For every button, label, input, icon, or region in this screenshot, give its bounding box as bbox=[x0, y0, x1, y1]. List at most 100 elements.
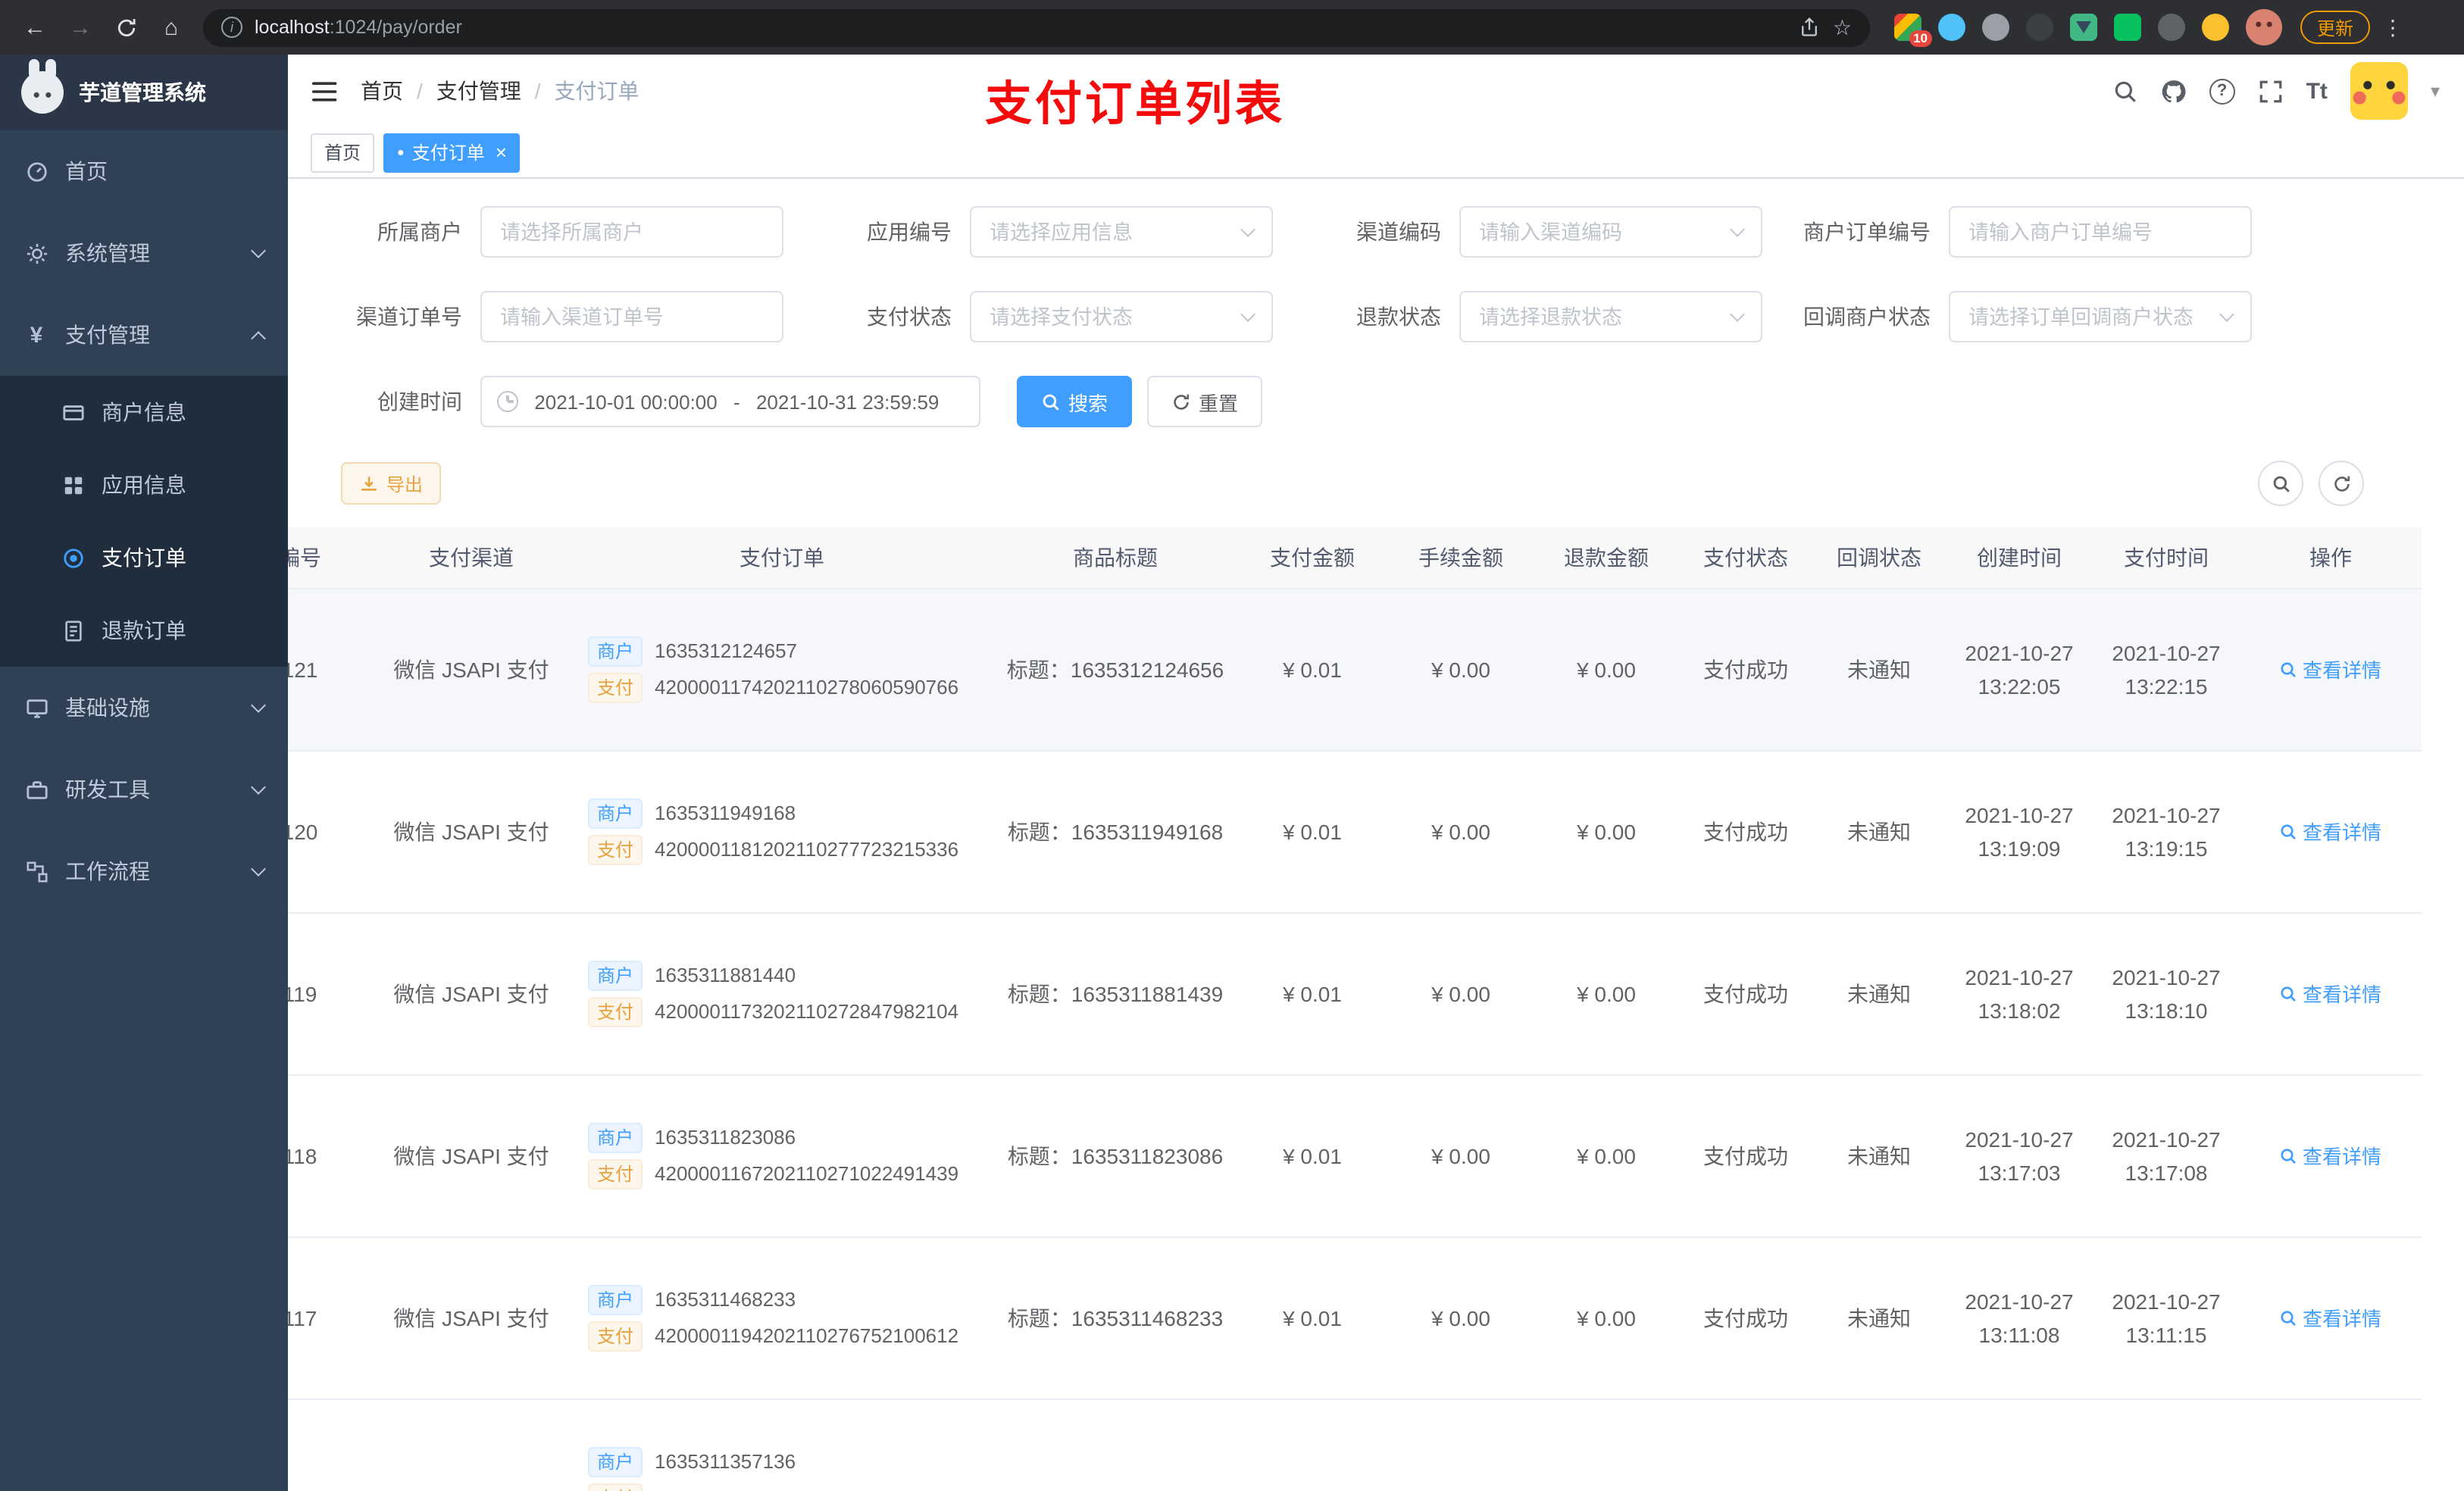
table-row-partial: 商户1635311357136 支付 bbox=[288, 1399, 2422, 1491]
fullscreen-icon[interactable] bbox=[2258, 78, 2284, 104]
sidebar-item-app-info[interactable]: 应用信息 bbox=[0, 449, 288, 521]
refund-status-select[interactable] bbox=[1459, 291, 1762, 342]
view-detail-link[interactable]: 查看详情 bbox=[2280, 1141, 2381, 1170]
url-bar[interactable]: i localhost:1024/pay/order ☆ bbox=[203, 8, 1870, 46]
merchant-tag: 商户 bbox=[588, 960, 643, 990]
browser-window: ← → ⌂ i localhost:1024/pay/order ☆ 10 更新… bbox=[0, 0, 2464, 1491]
app-logo[interactable]: 芋道管理系统 bbox=[0, 55, 288, 130]
active-dot-icon: ● bbox=[397, 145, 405, 158]
col-amount: 支付金额 bbox=[1237, 527, 1388, 589]
create-time-end-input[interactable] bbox=[747, 390, 948, 413]
tab-home[interactable]: 首页 bbox=[311, 133, 375, 172]
sidebar-item-payment[interactable]: ¥ 支付管理 bbox=[0, 294, 288, 376]
breadcrumb-current: 支付订单 bbox=[554, 79, 639, 103]
col-pay-time: 支付时间 bbox=[2093, 527, 2240, 589]
browser-home-icon[interactable]: ⌂ bbox=[152, 8, 191, 47]
col-actions: 操作 bbox=[2240, 527, 2422, 589]
toggle-search-button[interactable] bbox=[2258, 461, 2303, 506]
user-avatar[interactable] bbox=[2350, 62, 2408, 120]
extension-green-icon[interactable] bbox=[2114, 14, 2141, 41]
hamburger-icon[interactable] bbox=[312, 80, 339, 102]
browser-menu-icon[interactable]: ⋮ bbox=[2382, 14, 2403, 40]
github-icon[interactable] bbox=[2161, 78, 2187, 104]
cell-id bbox=[288, 1399, 373, 1491]
view-detail-link[interactable]: 查看详情 bbox=[2280, 979, 2381, 1008]
cell-channel: 微信 JSAPI 支付 bbox=[373, 588, 570, 751]
toolbox-icon bbox=[24, 778, 48, 801]
cell-pay-order: 商户 1635311949168 支付 4200001181202110277723… bbox=[570, 750, 994, 913]
breadcrumb-payment[interactable]: 支付管理 bbox=[436, 76, 521, 106]
merchant-tag: 商户 bbox=[588, 798, 643, 828]
sidebar-item-merchant-info[interactable]: 商户信息 bbox=[0, 376, 288, 449]
cell-actions: 查看详情 bbox=[2240, 1074, 2422, 1237]
sidebar-item-pay-order[interactable]: 支付订单 bbox=[0, 521, 288, 594]
browser-forward-icon[interactable]: → bbox=[61, 8, 100, 47]
cell-id: 118 bbox=[288, 1074, 373, 1237]
search-button[interactable]: 搜索 bbox=[1017, 376, 1133, 427]
merchant-order-no-input[interactable] bbox=[1949, 206, 2252, 258]
reset-button[interactable]: 重置 bbox=[1147, 376, 1263, 427]
breadcrumb: 首页 / 支付管理 / 支付订单 bbox=[361, 76, 639, 106]
table-row: 117 微信 JSAPI 支付 商户1635311468233 支付420000… bbox=[288, 1236, 2422, 1399]
sidebar-item-home[interactable]: 首页 bbox=[0, 130, 288, 212]
extension-dark-icon[interactable] bbox=[2026, 14, 2053, 41]
tab-close-icon[interactable]: × bbox=[496, 142, 507, 162]
extension-gray-icon[interactable] bbox=[1982, 14, 2009, 41]
workflow-icon bbox=[24, 860, 48, 883]
sidebar-item-refund-order[interactable]: 退款订单 bbox=[0, 594, 288, 667]
view-detail-link[interactable]: 查看详情 bbox=[2280, 817, 2381, 846]
sidebar-item-system[interactable]: 系统管理 bbox=[0, 212, 288, 294]
channel-code-select[interactable] bbox=[1459, 206, 1762, 258]
site-info-icon[interactable]: i bbox=[221, 17, 242, 38]
search-icon[interactable] bbox=[2112, 78, 2138, 104]
extension-grid-icon[interactable]: 10 bbox=[1894, 14, 1932, 47]
avatar-caret-icon[interactable]: ▾ bbox=[2431, 80, 2440, 102]
help-icon[interactable]: ? bbox=[2209, 78, 2235, 104]
merchant-input[interactable] bbox=[480, 206, 783, 258]
app-no-select[interactable] bbox=[970, 206, 1273, 258]
cell-refund: ¥ 0.00 bbox=[1534, 1074, 1679, 1237]
callback-status-select[interactable] bbox=[1949, 291, 2252, 342]
cell-status: 支付成功 bbox=[1679, 1236, 1812, 1399]
cell-status: 支付成功 bbox=[1679, 588, 1812, 751]
export-button[interactable]: 导出 bbox=[341, 462, 442, 505]
extension-face-icon[interactable] bbox=[2202, 14, 2229, 41]
view-detail-link[interactable]: 查看详情 bbox=[2280, 1303, 2381, 1332]
cell-notify: 未通知 bbox=[1812, 1236, 1946, 1399]
browser-back-icon[interactable]: ← bbox=[15, 8, 55, 47]
channel-order-no-input[interactable] bbox=[480, 291, 783, 342]
cell-status: 支付成功 bbox=[1679, 750, 1812, 913]
create-time-range-picker[interactable]: - bbox=[480, 376, 980, 427]
document-icon bbox=[61, 619, 85, 642]
app-no-label: 应用编号 bbox=[867, 220, 952, 244]
pay-status-select[interactable] bbox=[970, 291, 1273, 342]
cell-pay-order: 商户 1635312124657 支付 4200001174202110278060… bbox=[570, 588, 994, 751]
merchant-order-no-label: 商户订单编号 bbox=[1803, 220, 1931, 244]
font-size-icon[interactable]: Tt bbox=[2306, 78, 2328, 104]
browser-profile-avatar[interactable] bbox=[2246, 9, 2282, 45]
extension-puzzle-icon[interactable] bbox=[2158, 14, 2185, 41]
browser-reload-icon[interactable] bbox=[106, 8, 145, 47]
share-icon[interactable] bbox=[1800, 17, 1821, 38]
cell-notify: 未通知 bbox=[1812, 750, 1946, 913]
cell-channel: 微信 JSAPI 支付 bbox=[373, 912, 570, 1075]
cell-title: 标题：1635311823086 bbox=[994, 1074, 1237, 1237]
sidebar-item-infra[interactable]: 基础设施 bbox=[0, 667, 288, 749]
sidebar-item-workflow[interactable]: 工作流程 bbox=[0, 830, 288, 912]
breadcrumb-home[interactable]: 首页 bbox=[361, 76, 403, 106]
cell-create-time: 2021-10-27 13:17:03 bbox=[1946, 1074, 2093, 1237]
view-detail-link[interactable]: 查看详情 bbox=[2280, 655, 2381, 683]
create-time-start-input[interactable] bbox=[526, 390, 726, 413]
grid-icon bbox=[61, 474, 85, 496]
page-annotation: 支付订单列表 bbox=[985, 77, 1285, 130]
bookmark-star-icon[interactable]: ☆ bbox=[1833, 14, 1852, 40]
merchant-tag: 商户 bbox=[588, 1122, 643, 1152]
browser-update-button[interactable]: 更新 bbox=[2300, 11, 2371, 44]
extension-drop-icon[interactable] bbox=[1938, 14, 1965, 41]
col-status: 支付状态 bbox=[1679, 527, 1812, 589]
vue-devtools-icon[interactable] bbox=[2070, 14, 2097, 41]
sidebar-item-dev-tools[interactable]: 研发工具 bbox=[0, 749, 288, 830]
tab-pay-order[interactable]: ● 支付订单 × bbox=[383, 133, 521, 172]
refresh-button[interactable] bbox=[2319, 461, 2364, 506]
cell-pay-order: 商户1635311357136 支付 bbox=[570, 1399, 994, 1491]
